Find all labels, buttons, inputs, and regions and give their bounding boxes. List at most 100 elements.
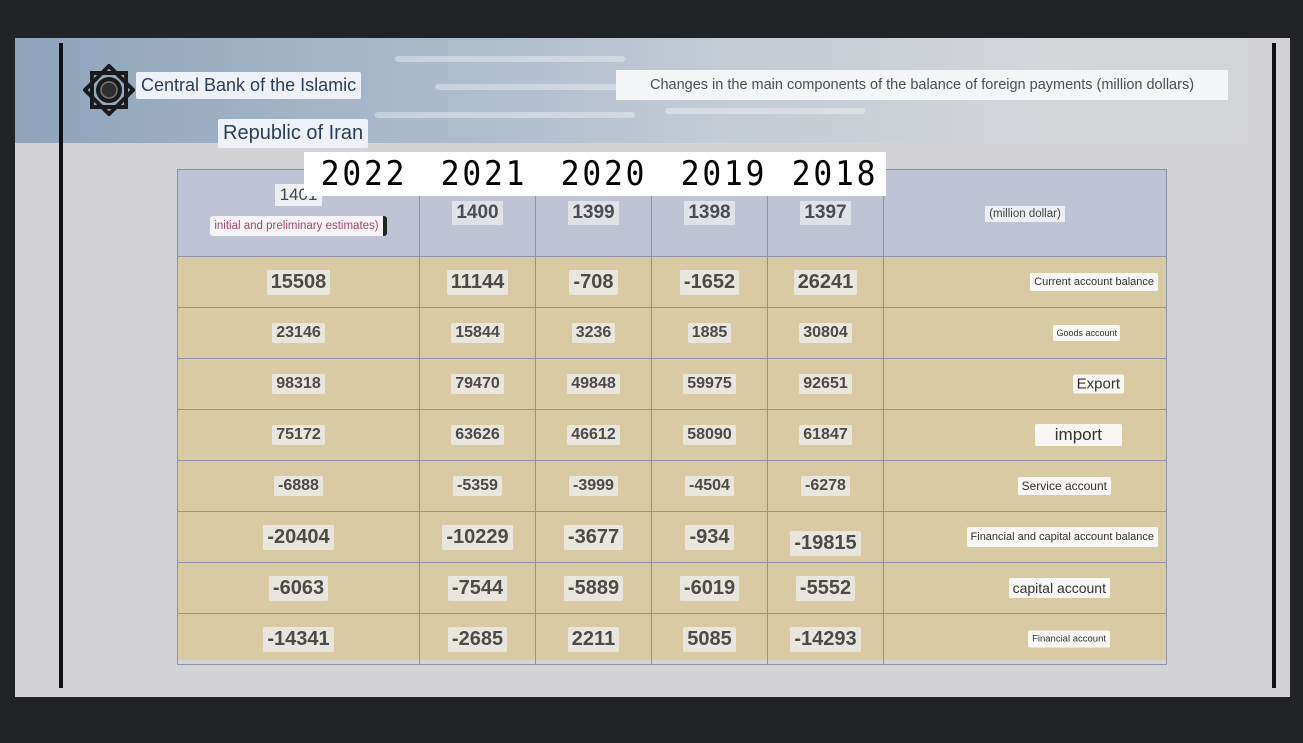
table-cell: -1652 xyxy=(651,256,768,308)
cell-value: 3236 xyxy=(571,323,616,343)
table-row: -6888 -5359 -3999 -4504 -6278 Service ac… xyxy=(177,460,1167,512)
cell-value: -6278 xyxy=(801,476,850,496)
table-cell: -4504 xyxy=(651,460,768,512)
table-cell: 79470 xyxy=(419,358,536,410)
row-label-cell: Financial account xyxy=(883,613,1167,665)
table-row: -14341 -2685 2211 5085 -14293 Financial … xyxy=(177,613,1167,665)
table-cell: 92651 xyxy=(767,358,884,410)
row-label-cell: Export xyxy=(883,358,1167,410)
right-frame-line xyxy=(1272,43,1276,688)
table-cell: -5359 xyxy=(419,460,536,512)
row-label-cell: capital account xyxy=(883,562,1167,614)
year-label: 2019 xyxy=(680,154,768,194)
year-label: 2018 xyxy=(791,154,879,194)
table-cell: -19815 xyxy=(767,511,884,563)
cell-value: 26241 xyxy=(793,269,858,295)
row-label: Financial account xyxy=(1028,630,1110,648)
cell-value: 2211 xyxy=(567,626,620,652)
column-header-label: 1397 xyxy=(800,201,851,225)
year-label: 2020 xyxy=(560,154,648,194)
cell-value: 15508 xyxy=(266,269,331,295)
row-label-cell: import xyxy=(883,409,1167,461)
table-cell: 3236 xyxy=(535,307,652,359)
table-cell: -6888 xyxy=(177,460,420,512)
row-label: Export xyxy=(1072,374,1124,394)
cell-value: -1652 xyxy=(679,269,740,295)
cell-value: 63626 xyxy=(451,425,504,445)
table-cell: 15508 xyxy=(177,256,420,308)
table-cell: -708 xyxy=(535,256,652,308)
org-name-line1: Central Bank of the Islamic xyxy=(136,72,362,99)
cell-value: -20404 xyxy=(263,524,334,550)
year-label: 2022 xyxy=(320,154,408,194)
cell-value: 15844 xyxy=(451,323,504,343)
table-cell: -10229 xyxy=(419,511,536,563)
slide: Central Bank of the Islamic Republic of … xyxy=(15,38,1290,697)
table-cell: -7544 xyxy=(419,562,536,614)
unit-label: (million dollar) xyxy=(985,206,1065,222)
table-cell: -5889 xyxy=(535,562,652,614)
cell-value: -934 xyxy=(685,524,734,550)
cell-value: -2685 xyxy=(447,626,508,652)
row-label-cell: Service account xyxy=(883,460,1167,512)
org-name-line2: Republic of Iran xyxy=(218,119,369,148)
table-cell: -20404 xyxy=(177,511,420,563)
row-label-cell: Financial and capital account balance xyxy=(883,511,1167,563)
table-cell: -3677 xyxy=(535,511,652,563)
table-cell: 23146 xyxy=(177,307,420,359)
table-cell: 58090 xyxy=(651,409,768,461)
cell-value: -5552 xyxy=(795,575,856,601)
cell-value: -6063 xyxy=(268,575,329,601)
estimate-note: initial and preliminary estimates) xyxy=(210,216,387,236)
cell-value: 59975 xyxy=(683,374,736,394)
cell-value: 1885 xyxy=(687,323,732,343)
year-label: 2021 xyxy=(440,154,528,194)
balance-of-payments-table: 1401 initial and preliminary estimates) … xyxy=(177,169,1167,665)
table-row: -20404 -10229 -3677 -934 -19815 Financia… xyxy=(177,511,1167,563)
cell-value: -6019 xyxy=(679,575,740,601)
cell-value: -6888 xyxy=(274,476,323,496)
cell-value: -7544 xyxy=(447,575,508,601)
table-cell: 11144 xyxy=(419,256,536,308)
table-row: 23146 15844 3236 1885 30804 Goods accoun… xyxy=(177,307,1167,359)
table-cell: -934 xyxy=(651,511,768,563)
table-cell: 61847 xyxy=(767,409,884,461)
cell-value: 79470 xyxy=(451,374,504,394)
table-cell: 59975 xyxy=(651,358,768,410)
table-cell: 46612 xyxy=(535,409,652,461)
cell-value: -14293 xyxy=(790,626,861,652)
cell-value: -3999 xyxy=(569,476,618,496)
table-row: 15508 11144 -708 -1652 26241 Current acc… xyxy=(177,256,1167,308)
table-cell: 1885 xyxy=(651,307,768,359)
table-cell: 98318 xyxy=(177,358,420,410)
table-cell: 2211 xyxy=(535,613,652,665)
table-cell: 15844 xyxy=(419,307,536,359)
table-cell: 75172 xyxy=(177,409,420,461)
table-cell: 5085 xyxy=(651,613,768,665)
cell-value: 30804 xyxy=(799,323,852,343)
left-frame-line xyxy=(59,43,63,688)
cell-value: -19815 xyxy=(790,530,861,556)
cell-value: 92651 xyxy=(799,374,852,394)
row-label: Financial and capital account balance xyxy=(966,527,1158,547)
cell-value: 11144 xyxy=(446,269,509,295)
table-cell: -5552 xyxy=(767,562,884,614)
table-cell: -6019 xyxy=(651,562,768,614)
table-row: 98318 79470 49848 59975 92651 Export xyxy=(177,358,1167,410)
row-label: Current account balance xyxy=(1030,273,1158,291)
table-row: -6063 -7544 -5889 -6019 -5552 capital ac… xyxy=(177,562,1167,614)
cell-value: 23146 xyxy=(272,323,325,343)
table-cell: 30804 xyxy=(767,307,884,359)
cell-value: 46612 xyxy=(567,425,620,445)
table-cell: 49848 xyxy=(535,358,652,410)
row-label: Goods account xyxy=(1053,325,1120,341)
table-cell: -6278 xyxy=(767,460,884,512)
central-bank-logo-icon xyxy=(83,64,135,116)
table-row: 75172 63626 46612 58090 61847 import xyxy=(177,409,1167,461)
row-label-cell: Goods account xyxy=(883,307,1167,359)
year-overlay: 2022 2021 2020 2019 2018 xyxy=(304,152,886,196)
cell-value: -4504 xyxy=(685,476,734,496)
table-cell: 63626 xyxy=(419,409,536,461)
column-header-label: 1400 xyxy=(452,201,503,225)
row-label: capital account xyxy=(1008,578,1110,598)
